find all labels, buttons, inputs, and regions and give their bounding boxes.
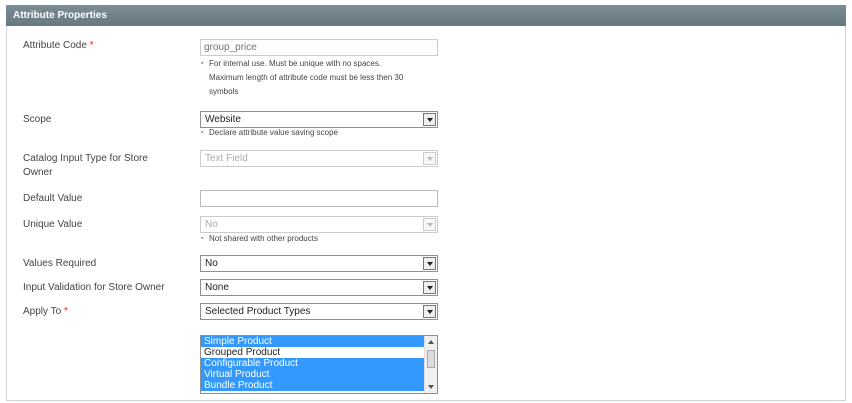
note-bullet-icon: ▪ <box>201 235 204 242</box>
option-grouped-product[interactable]: Grouped Product <box>201 347 426 358</box>
scope-note: Declare attribute value saving scope <box>209 128 338 137</box>
chevron-down-icon <box>423 281 436 294</box>
catalog-input-type-value: Text Field <box>205 153 248 164</box>
unique-value-note: Not shared with other products <box>209 234 318 243</box>
attribute-code-input[interactable] <box>200 39 438 56</box>
scroll-up-icon[interactable] <box>428 340 434 344</box>
note-bullet-icon: ▪ <box>201 129 204 136</box>
attribute-code-note-2: Maximum length of attribute code must be… <box>209 73 404 82</box>
catalog-input-type-select[interactable]: Text Field <box>200 150 438 167</box>
product-types-listbox[interactable]: Simple Product Grouped Product Configura… <box>200 335 438 394</box>
values-required-label: Values Required <box>23 258 97 269</box>
scope-select-value: Website <box>205 114 241 125</box>
values-required-select[interactable]: No <box>200 255 438 272</box>
unique-value-label: Unique Value <box>23 219 83 230</box>
option-bundle-product[interactable]: Bundle Product <box>201 380 426 391</box>
unique-value-select[interactable]: No <box>200 216 438 233</box>
catalog-input-type-label: Catalog Input Type for Store Owner <box>23 153 148 178</box>
chevron-down-icon <box>423 257 436 270</box>
option-simple-product[interactable]: Simple Product <box>201 336 426 347</box>
apply-to-value: Selected Product Types <box>205 306 311 317</box>
apply-to-select[interactable]: Selected Product Types <box>200 303 438 320</box>
scope-label: Scope <box>23 114 52 125</box>
apply-to-label: Apply To * <box>23 306 68 317</box>
chevron-down-icon <box>423 305 436 318</box>
note-bullet-icon: ▪ <box>201 60 204 67</box>
default-value-input[interactable] <box>200 190 438 207</box>
scope-select[interactable]: Website <box>200 111 438 128</box>
scroll-down-icon[interactable] <box>428 385 434 389</box>
option-configurable-product[interactable]: Configurable Product <box>201 358 426 369</box>
attribute-code-label: Attribute Code * <box>23 40 94 51</box>
chevron-down-icon <box>423 152 436 165</box>
section-header: Attribute Properties <box>6 5 846 26</box>
chevron-down-icon <box>423 113 436 126</box>
input-validation-label: Input Validation for Store Owner <box>23 282 165 293</box>
chevron-down-icon <box>423 218 436 231</box>
listbox-scrollbar[interactable] <box>424 336 437 393</box>
input-validation-value: None <box>205 282 229 293</box>
attribute-code-note-3: symbols <box>209 87 239 96</box>
values-required-value: No <box>205 258 218 269</box>
scrollbar-thumb[interactable] <box>427 350 435 368</box>
input-validation-select[interactable]: None <box>200 279 438 296</box>
option-virtual-product[interactable]: Virtual Product <box>201 369 426 380</box>
unique-value-value: No <box>205 219 218 230</box>
attribute-code-note-1: For internal use. Must be unique with no… <box>209 59 382 68</box>
default-value-label: Default Value <box>23 193 83 204</box>
